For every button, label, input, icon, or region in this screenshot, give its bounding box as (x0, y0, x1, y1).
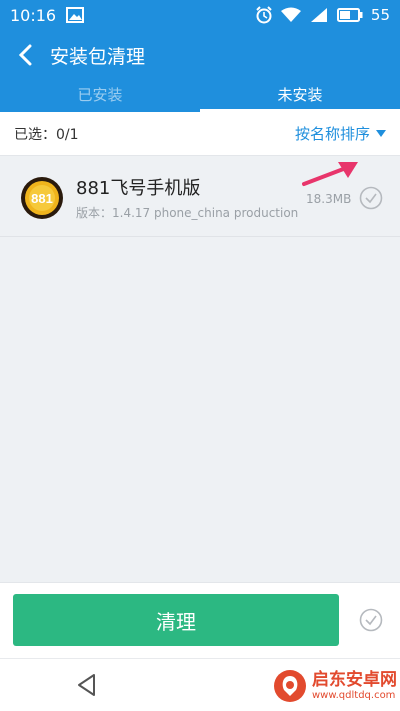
select-all-checkbox[interactable] (359, 608, 383, 632)
triangle-back-icon (78, 674, 95, 696)
selected-count: 已选：0/1 (14, 126, 79, 143)
status-bar: 10:16 55 (0, 0, 400, 30)
sort-label: 按名称排序 (294, 125, 370, 143)
page-title: 安装包清理 (50, 45, 146, 68)
app-size: 18.3MB (306, 192, 352, 206)
app-icon: 881 (20, 176, 64, 220)
check-circle-icon (359, 186, 383, 210)
app-version: 版本：1.4.17 phone_china production (76, 206, 299, 220)
battery-icon (336, 8, 363, 22)
filter-row: 已选：0/1 按名称排序 (0, 112, 400, 156)
watermark-logo-icon (274, 670, 306, 702)
item-checkbox[interactable] (359, 186, 383, 210)
sort-button[interactable]: 按名称排序 (295, 123, 386, 144)
annotation-arrow (300, 158, 362, 188)
watermark: 启东安卓网 www.qdltdq.com (272, 664, 400, 708)
app-bar: 安装包清理 (0, 30, 400, 80)
check-circle-icon (359, 608, 383, 632)
wifi-icon (280, 7, 301, 23)
alarm-icon (255, 6, 273, 24)
gallery-icon (66, 7, 85, 23)
signal-icon (309, 7, 329, 23)
battery-level: 55 (370, 6, 390, 24)
app-icon-text: 881 (31, 191, 53, 206)
clean-button[interactable]: 清理 (13, 594, 339, 646)
status-time: 10:16 (10, 5, 57, 25)
nav-back-button[interactable] (74, 672, 100, 698)
back-button[interactable] (0, 30, 50, 80)
dropdown-triangle-icon (376, 129, 386, 137)
watermark-url: www.qdltdq.com (312, 689, 396, 701)
tab-not-installed[interactable]: 未安装 (200, 80, 400, 112)
app-name: 881飞号手机版 (76, 178, 201, 199)
watermark-title: 启东安卓网 (312, 670, 397, 691)
tab-bar: 已安装 未安装 (0, 80, 400, 112)
chevron-left-icon (18, 44, 32, 66)
tab-installed[interactable]: 已安装 (0, 80, 200, 112)
